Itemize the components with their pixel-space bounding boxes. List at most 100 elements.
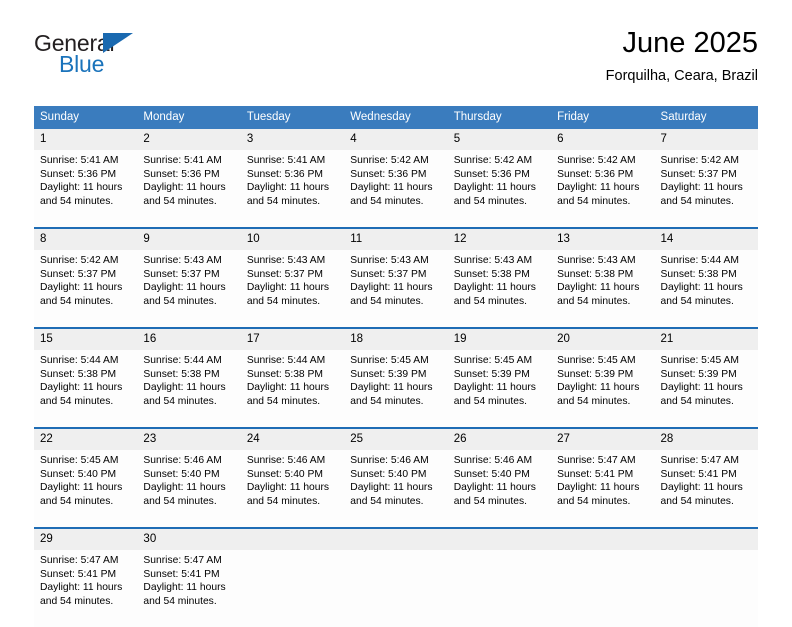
week-2-date-row: 8 9 10 11 12 13 14 (34, 229, 758, 250)
day-cell-info: Sunrise: 5:47 AM Sunset: 5:41 PM Dayligh… (654, 450, 758, 527)
day-cell-info: Sunrise: 5:42 AM Sunset: 5:37 PM Dayligh… (34, 250, 138, 327)
daylight-text: Daylight: 11 hours and 54 minutes. (557, 282, 640, 307)
sunset-text: Sunset: 5:36 PM (350, 168, 427, 180)
sunrise-text: Sunrise: 5:46 AM (246, 455, 326, 466)
page-subtitle: Forquilha, Ceara, Brazil (605, 68, 758, 84)
day-cell-date[interactable]: 8 (34, 229, 138, 250)
day-cell-date[interactable]: 6 (551, 129, 655, 150)
brand-logo[interactable]: General Blue (34, 30, 274, 86)
sunrise-text: Sunrise: 5:42 AM (40, 255, 119, 266)
sunrise-text: Sunrise: 5:45 AM (660, 355, 739, 366)
day-cell-date[interactable]: 9 (137, 229, 241, 250)
day-cell-date[interactable]: 13 (551, 229, 655, 250)
day-cell-info: Sunrise: 5:44 AM Sunset: 5:38 PM Dayligh… (654, 250, 758, 327)
day-cell-info: Sunrise: 5:47 AM Sunset: 5:41 PM Dayligh… (137, 550, 241, 627)
day-cell-info: Sunrise: 5:45 AM Sunset: 5:39 PM Dayligh… (344, 350, 448, 427)
day-cell-info: Sunrise: 5:43 AM Sunset: 5:38 PM Dayligh… (551, 250, 655, 327)
day-cell-date[interactable]: 1 (34, 129, 138, 150)
day-cell-date[interactable]: 30 (137, 529, 241, 550)
day-cell-date[interactable]: 4 (344, 129, 448, 150)
daylight-text: Daylight: 11 hours and 54 minutes. (246, 282, 330, 307)
day-cell-date[interactable]: 12 (447, 229, 552, 250)
day-cell-date[interactable]: 14 (654, 229, 758, 250)
daylight-text: Daylight: 11 hours and 54 minutes. (660, 482, 743, 507)
day-cell-date[interactable]: 27 (551, 429, 655, 450)
day-cell-date[interactable]: 24 (240, 429, 345, 450)
day-cell-info-empty (447, 550, 552, 627)
daylight-text: Daylight: 11 hours and 54 minutes. (350, 382, 433, 407)
day-cell-date[interactable]: 25 (344, 429, 448, 450)
weekday-header-friday: Friday (551, 106, 655, 129)
day-cell-info: Sunrise: 5:43 AM Sunset: 5:37 PM Dayligh… (344, 250, 448, 327)
weekday-header-row: Sunday Monday Tuesday Wednesday Thursday… (34, 106, 758, 129)
day-cell-info: Sunrise: 5:46 AM Sunset: 5:40 PM Dayligh… (344, 450, 448, 527)
daylight-text: Daylight: 11 hours and 54 minutes. (453, 482, 536, 507)
day-cell-info: Sunrise: 5:45 AM Sunset: 5:39 PM Dayligh… (551, 350, 655, 427)
day-cell-date[interactable]: 5 (447, 129, 552, 150)
sunset-text: Sunset: 5:37 PM (40, 268, 117, 280)
title-block: June 2025 Forquilha, Ceara, Brazil (606, 26, 758, 86)
sunset-text: Sunset: 5:36 PM (143, 168, 220, 180)
day-cell-info: Sunrise: 5:41 AM Sunset: 5:36 PM Dayligh… (137, 150, 241, 227)
day-cell-date[interactable]: 23 (137, 429, 241, 450)
day-cell-info: Sunrise: 5:47 AM Sunset: 5:41 PM Dayligh… (551, 450, 655, 527)
day-cell-info-empty (551, 550, 655, 627)
day-cell-date[interactable]: 17 (240, 329, 345, 350)
day-cell-info: Sunrise: 5:42 AM Sunset: 5:36 PM Dayligh… (447, 150, 552, 227)
day-cell-date[interactable]: 15 (34, 329, 138, 350)
day-cell-date[interactable]: 11 (344, 229, 448, 250)
sunrise-text: Sunrise: 5:46 AM (143, 455, 222, 466)
sunrise-text: Sunrise: 5:44 AM (660, 255, 739, 266)
day-cell-info: Sunrise: 5:43 AM Sunset: 5:37 PM Dayligh… (240, 250, 345, 327)
day-cell-date[interactable]: 10 (240, 229, 345, 250)
brand-name-blue: Blue (59, 51, 105, 77)
daylight-text: Daylight: 11 hours and 54 minutes. (557, 182, 640, 207)
sunset-text: Sunset: 5:40 PM (453, 468, 530, 480)
sunrise-text: Sunrise: 5:42 AM (660, 155, 739, 166)
sunrise-text: Sunrise: 5:45 AM (557, 355, 636, 366)
sunset-text: Sunset: 5:38 PM (660, 268, 737, 280)
day-cell-empty (551, 529, 655, 550)
day-cell-empty (654, 529, 758, 550)
day-cell-date[interactable]: 19 (447, 329, 552, 350)
day-cell-info: Sunrise: 5:44 AM Sunset: 5:38 PM Dayligh… (34, 350, 138, 427)
day-cell-date[interactable]: 7 (654, 129, 758, 150)
day-cell-date[interactable]: 28 (654, 429, 758, 450)
day-cell-date[interactable]: 29 (34, 529, 138, 550)
day-cell-date[interactable]: 20 (551, 329, 655, 350)
sunset-text: Sunset: 5:41 PM (557, 468, 634, 480)
sunrise-text: Sunrise: 5:47 AM (557, 455, 636, 466)
sunset-text: Sunset: 5:41 PM (143, 568, 220, 580)
day-cell-empty (447, 529, 552, 550)
day-cell-date[interactable]: 2 (137, 129, 241, 150)
sunrise-text: Sunrise: 5:42 AM (557, 155, 636, 166)
calendar-body: 1 2 3 4 5 6 7 Sunrise: 5:41 AM Sunset: 5… (34, 129, 758, 627)
sunset-text: Sunset: 5:40 PM (143, 468, 220, 480)
sunset-text: Sunset: 5:41 PM (660, 468, 737, 480)
day-cell-info: Sunrise: 5:43 AM Sunset: 5:38 PM Dayligh… (447, 250, 552, 327)
sunset-text: Sunset: 5:36 PM (557, 168, 634, 180)
sunrise-text: Sunrise: 5:43 AM (143, 255, 222, 266)
day-cell-date[interactable]: 21 (654, 329, 758, 350)
day-cell-date[interactable]: 26 (447, 429, 552, 450)
weekday-header-sunday: Sunday (34, 106, 138, 129)
day-cell-date[interactable]: 22 (34, 429, 138, 450)
weekday-header-tuesday: Tuesday (240, 106, 345, 129)
calendar-header-row-group: Sunday Monday Tuesday Wednesday Thursday… (34, 106, 758, 129)
day-cell-date[interactable]: 16 (137, 329, 241, 350)
daylight-text: Daylight: 11 hours and 54 minutes. (350, 482, 433, 507)
daylight-text: Daylight: 11 hours and 54 minutes. (350, 282, 433, 307)
day-cell-info: Sunrise: 5:43 AM Sunset: 5:37 PM Dayligh… (137, 250, 241, 327)
sunrise-text: Sunrise: 5:47 AM (40, 555, 119, 566)
day-cell-date[interactable]: 18 (344, 329, 448, 350)
sunrise-sunset-calendar-table: Sunday Monday Tuesday Wednesday Thursday… (34, 106, 758, 627)
daylight-text: Daylight: 11 hours and 54 minutes. (143, 282, 226, 307)
daylight-text: Daylight: 11 hours and 54 minutes. (40, 282, 123, 307)
daylight-text: Daylight: 11 hours and 54 minutes. (453, 182, 536, 207)
sunset-text: Sunset: 5:39 PM (350, 368, 427, 380)
sunrise-text: Sunrise: 5:45 AM (40, 455, 119, 466)
day-cell-date[interactable]: 3 (240, 129, 345, 150)
sunset-text: Sunset: 5:36 PM (40, 168, 117, 180)
sunrise-text: Sunrise: 5:43 AM (350, 255, 429, 266)
sunrise-text: Sunrise: 5:41 AM (40, 155, 119, 166)
